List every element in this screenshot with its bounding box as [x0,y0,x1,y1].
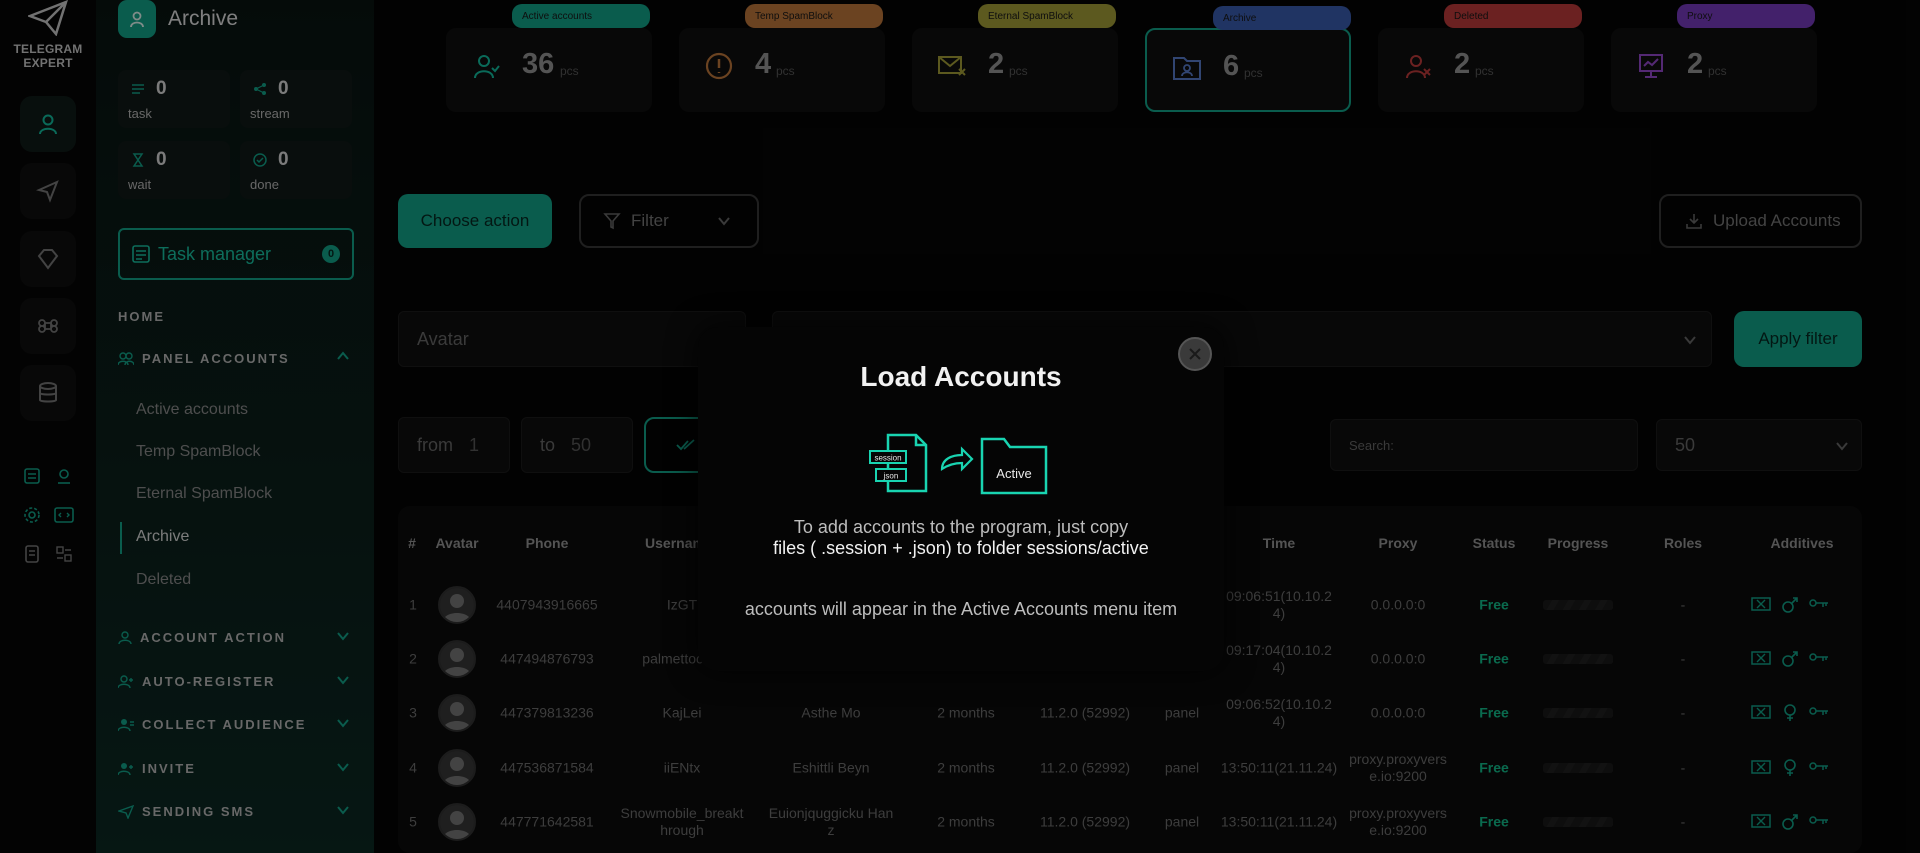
share-arrow-icon [940,446,974,472]
file-label-session: session [874,454,901,463]
close-icon [1189,348,1201,360]
files-to-folder-illustration: session json Active [869,433,1048,495]
modal-line-1: To add accounts to the program, just cop… [793,517,1129,537]
modal-line-2: files ( .session + .json) to folder sess… [773,538,1149,558]
load-accounts-modal: Load Accounts session json Active To add… [698,327,1224,671]
file-icon: session json [869,433,928,493]
folder-icon: Active [980,437,1048,495]
folder-label-active: Active [996,466,1031,481]
file-label-json: json [883,472,899,481]
modal-title: Load Accounts [860,361,1062,392]
modal-line-3: accounts will appear in the Active Accou… [744,599,1178,619]
